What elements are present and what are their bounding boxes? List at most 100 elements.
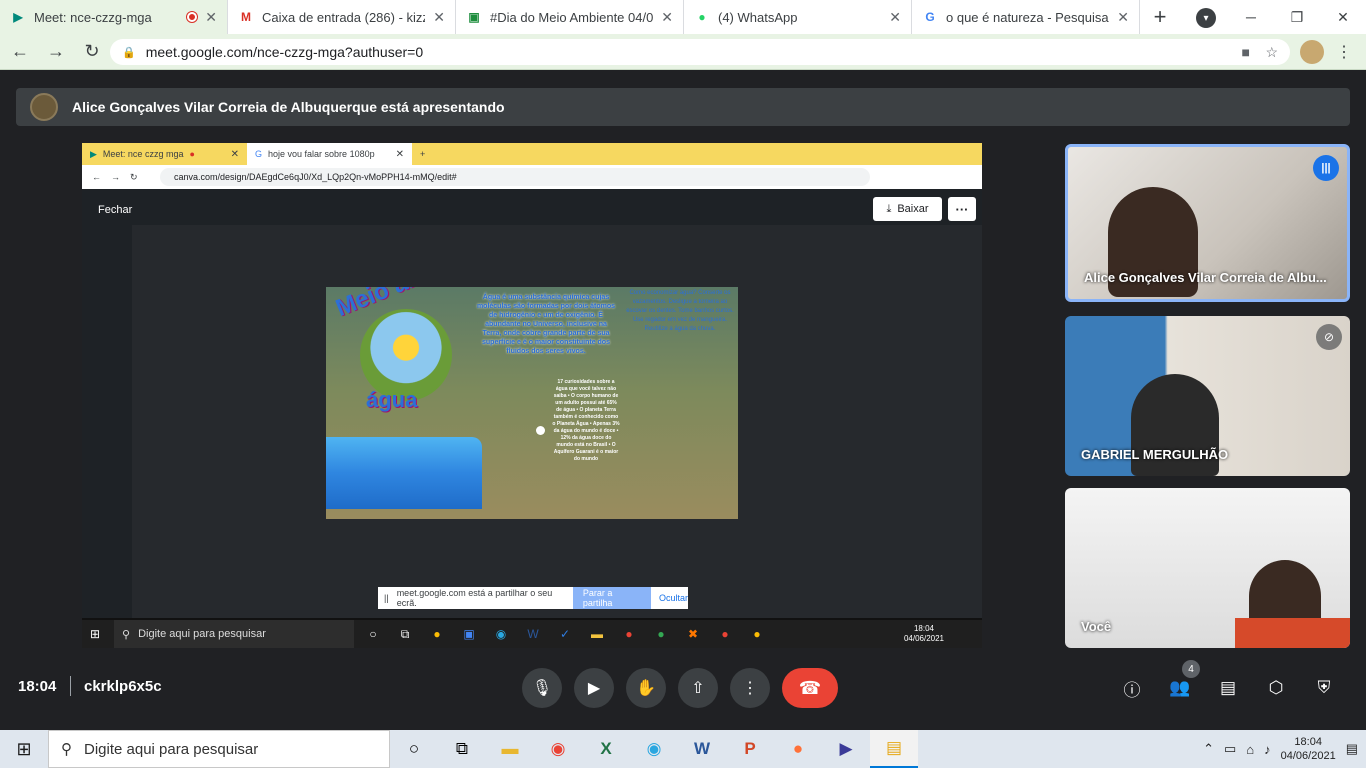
tab-title: Caixa de entrada (286) - kizzy <box>262 9 426 25</box>
taskbar-search-box[interactable]: ⚲ Digite aqui para pesquisar <box>48 730 390 768</box>
tab-search-icon[interactable]: ▾ <box>1196 8 1216 28</box>
task-view-icon: ⧉ <box>455 739 469 758</box>
avast-icon: ✖ <box>687 627 699 641</box>
tab-classroom[interactable]: ▣ #Dia do Meio Ambiente 04/0 ✕ <box>456 0 684 34</box>
address-bar[interactable]: 🔒 meet.google.com/nce-czzg-mga?authuser=… <box>110 39 1290 65</box>
network-icon[interactable]: ⌂ <box>1246 742 1254 757</box>
taskbar-time: 18:04 <box>1294 736 1322 748</box>
cortana-button[interactable]: ○ <box>390 730 438 768</box>
edge-button[interactable]: ◉ <box>630 730 678 768</box>
new-tab-button[interactable]: + <box>1140 0 1180 34</box>
raise-hand-button[interactable]: ✋ <box>626 668 666 708</box>
microphone-button[interactable]: 🎙 <box>522 668 562 708</box>
taskbar-clock[interactable]: 18:04 04/06/2021 <box>1281 735 1336 763</box>
powerpoint-button[interactable]: P <box>726 730 774 768</box>
close-tab-icon[interactable]: ✕ <box>661 9 673 26</box>
shared-time: 18:04 <box>913 624 934 633</box>
wave-illustration <box>326 437 482 509</box>
tab-gmail[interactable]: M Caixa de entrada (286) - kizzy ✕ <box>228 0 456 34</box>
leave-call-button[interactable]: ☎ <box>782 668 838 708</box>
word-button[interactable]: W <box>678 730 726 768</box>
tab-title: o que é natureza - Pesquisa G <box>946 9 1110 25</box>
mic-muted-icon: ⊘ <box>1316 324 1342 350</box>
forward-icon[interactable]: → <box>40 36 72 68</box>
shared-windows-taskbar: ⊞ ⚲ Digite aqui para pesquisar ○ ⧉ ● ▣ ◉… <box>82 620 982 648</box>
slide: Meio ambiente água Água é uma substância… <box>326 287 738 519</box>
hide-button: Ocultar <box>658 593 688 603</box>
more-options-button[interactable]: ⋮ <box>730 668 770 708</box>
close-window-icon[interactable]: ✕ <box>1320 0 1366 34</box>
host-controls-button[interactable]: ⛨ <box>1312 676 1336 700</box>
chrome-button[interactable]: ◉ <box>534 730 582 768</box>
back-icon[interactable]: ← <box>4 36 36 68</box>
file-explorer-button[interactable]: ▬ <box>486 730 534 768</box>
recording-icon: ● <box>189 149 195 159</box>
camera-button[interactable]: ▶ <box>574 668 614 708</box>
people-button[interactable]: 👥 <box>1168 676 1192 700</box>
task-view-button[interactable]: ⧉ <box>438 730 486 768</box>
participant-name: Você <box>1081 619 1112 634</box>
cortana-icon: ○ <box>369 627 377 641</box>
presenter-text: Alice Gonçalves Vilar Correia de Albuque… <box>72 99 505 115</box>
pause-icon: || <box>384 593 389 603</box>
windows-start-button[interactable]: ⊞ <box>0 730 48 768</box>
tab-meet[interactable]: ▶ Meet: nce-czzg-mga ✕ <box>0 0 228 34</box>
volume-icon[interactable]: ♪ <box>1264 742 1271 757</box>
word-icon: W <box>693 739 711 758</box>
video-camera-icon: ▶ <box>587 680 601 697</box>
excel-button[interactable]: X <box>582 730 630 768</box>
speaking-indicator-icon: ||| <box>1313 155 1339 181</box>
slide-text-main: Água é uma substância química cujas molé… <box>476 294 616 355</box>
restore-icon[interactable]: ❐ <box>1274 0 1320 34</box>
close-tab-icon[interactable]: ✕ <box>205 9 217 26</box>
present-button[interactable]: ⇧ <box>678 668 718 708</box>
meet-icon: ▶ <box>13 10 23 24</box>
taskbar-date: 04/06/2021 <box>1280 750 1336 762</box>
hang-up-icon: ☎ <box>798 677 822 698</box>
meeting-clock: 18:04 <box>18 678 57 695</box>
app-icon: ▤ <box>885 738 903 757</box>
tab-google-search[interactable]: G o que é natureza - Pesquisa G ✕ <box>912 0 1140 34</box>
back-icon: ← <box>92 172 101 182</box>
cursor-dot <box>536 426 545 435</box>
powerpoint-icon: P <box>744 739 756 758</box>
media-player-button[interactable]: ▶ <box>822 730 870 768</box>
reload-icon[interactable]: ↻ <box>76 36 108 68</box>
notifications-icon[interactable]: ▤ <box>1346 741 1358 757</box>
edge-icon: ◉ <box>495 627 507 641</box>
close-tab-icon[interactable]: ✕ <box>889 9 901 26</box>
firefox-button[interactable]: ● <box>774 730 822 768</box>
search-icon: ⚲ <box>61 741 72 758</box>
tab-whatsapp[interactable]: ● (4) WhatsApp ✕ <box>684 0 912 34</box>
meet-main: Alice Gonçalves Vilar Correia de Albuque… <box>0 70 1366 730</box>
chat-button[interactable]: ▤ <box>1216 676 1240 700</box>
battery-icon[interactable]: ▭ <box>1224 741 1236 757</box>
participant-tile-self[interactable]: Você <box>1065 488 1350 648</box>
participant-tile-gabriel[interactable]: ⊘ GABRIEL MERGULHÃO <box>1065 316 1350 476</box>
shared-taskbar-search: ⚲ Digite aqui para pesquisar <box>114 620 354 648</box>
camera-icon[interactable]: ■ <box>1242 44 1250 60</box>
hand-icon: ✋ <box>636 680 656 697</box>
active-app-button[interactable]: ▤ <box>870 730 918 768</box>
activities-button[interactable]: ⬡ <box>1264 676 1288 700</box>
window-controls: ─ ❐ ✕ <box>1228 0 1366 34</box>
participant-tile-alice[interactable]: ||| Alice Gonçalves Vilar Correia de Alb… <box>1065 144 1350 302</box>
chrome-icon: ● <box>721 627 729 641</box>
close-tab-icon[interactable]: ✕ <box>433 9 445 26</box>
chrome-icon: ● <box>753 627 761 641</box>
baixar-label: Baixar <box>897 203 929 215</box>
bookmark-star-icon[interactable]: ☆ <box>1265 44 1278 61</box>
participant-name: Alice Gonçalves Vilar Correia de Albu... <box>1084 270 1327 285</box>
profile-avatar[interactable] <box>1300 40 1324 64</box>
chevron-up-icon[interactable]: ⌃ <box>1203 741 1214 757</box>
share-notice-text: meet.google.com está a partilhar o seu e… <box>396 588 553 608</box>
close-tab-icon[interactable]: ✕ <box>1117 9 1129 26</box>
canva-editor: Fechar ⤓ Baixar ··· Meio ambiente água Á… <box>82 189 982 618</box>
chrome-icon: ● <box>625 627 633 641</box>
browser-menu-icon[interactable]: ⋮ <box>1336 42 1352 62</box>
chrome-icon: ● <box>433 627 441 641</box>
meeting-details-button[interactable]: ⓘ <box>1120 676 1144 700</box>
address-toolbar: ← → ↻ 🔒 meet.google.com/nce-czzg-mga?aut… <box>0 34 1366 70</box>
minimize-icon[interactable]: ─ <box>1228 0 1274 34</box>
more-options-icon: ··· <box>948 197 976 221</box>
